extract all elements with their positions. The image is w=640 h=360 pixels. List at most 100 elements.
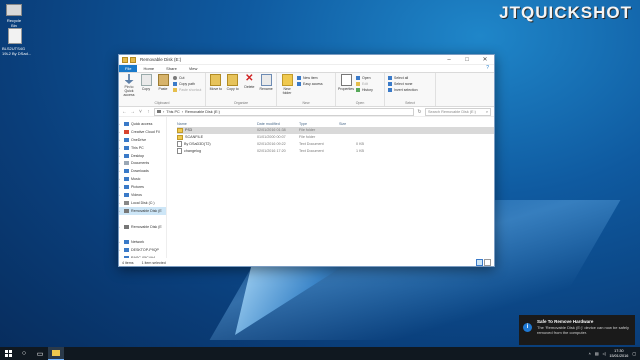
help-icon[interactable]: ? — [481, 65, 494, 72]
expand-chevron-icon[interactable]: › — [119, 225, 122, 229]
expand-chevron-icon[interactable]: › — [119, 130, 122, 134]
nav-item[interactable]: › Network — [119, 238, 166, 246]
invert-selection-button[interactable]: Invert selection — [388, 87, 418, 92]
navigation-pane[interactable]: › Quick access › Creative Cloud Fil › OneDriv… — [119, 117, 167, 258]
tab-file[interactable]: File — [119, 65, 138, 72]
address-bar[interactable]: › This PC › Removable Disk (E:) — [154, 107, 414, 116]
refresh-icon[interactable]: ↻ — [417, 109, 422, 115]
disk-icon — [124, 200, 129, 205]
explorer-window[interactable]: Removable Disk (E:) – □ ✕ File Home Shar… — [118, 54, 495, 267]
properties-qat-icon[interactable] — [122, 56, 128, 63]
expand-chevron-icon[interactable]: › — [119, 177, 122, 181]
task-view-icon[interactable]: ▭ — [32, 347, 48, 360]
nav-item[interactable]: › Quick access — [119, 120, 166, 128]
tab-view[interactable]: View — [183, 65, 204, 72]
nav-item[interactable]: › Documents — [119, 159, 166, 167]
tab-home[interactable]: Home — [137, 65, 160, 72]
expand-chevron-icon[interactable]: › — [119, 201, 122, 205]
nav-item[interactable]: › DESKTOP-P9QP — [119, 246, 166, 254]
nav-item[interactable]: › Downloads — [119, 167, 166, 175]
new-folder-button[interactable]: New folder — [280, 74, 294, 101]
file-explorer-taskbar-icon[interactable] — [48, 347, 64, 360]
easy-access-button[interactable]: Easy access — [297, 81, 323, 86]
file-row[interactable]: PS3 02/01/2016 01:38 File folder — [177, 127, 494, 134]
copy-button[interactable]: Copy — [139, 74, 153, 101]
open-button[interactable]: Open — [356, 75, 373, 80]
minimize-icon[interactable]: – — [440, 57, 458, 63]
maximize-icon[interactable]: □ — [458, 57, 476, 63]
new-item-button[interactable]: New item — [297, 75, 323, 80]
column-type[interactable]: Type — [299, 122, 339, 126]
notification-toast[interactable]: i Safe To Remove Hardware The 'Removable… — [519, 315, 635, 345]
tray-chevron-icon[interactable]: ˄ — [589, 352, 591, 356]
nav-item-label: Music — [131, 177, 141, 182]
copy-to-button[interactable]: Copy to — [226, 74, 240, 101]
details-view-icon[interactable] — [476, 259, 483, 266]
clock[interactable]: 17:30 15/01/2016 — [609, 349, 628, 358]
select-none-button[interactable]: Select none — [388, 81, 418, 86]
history-button[interactable]: History — [356, 87, 373, 92]
nav-item[interactable]: › Videos — [119, 191, 166, 199]
start-button[interactable] — [0, 347, 16, 360]
column-name[interactable]: Name — [177, 122, 257, 126]
title-bar[interactable]: Removable Disk (E:) – □ ✕ — [119, 55, 494, 65]
edit-button[interactable]: Edit — [356, 81, 373, 86]
back-icon[interactable]: ← — [122, 109, 127, 115]
expand-chevron-icon[interactable]: › — [119, 169, 122, 173]
nav-item[interactable]: › Pictures — [119, 183, 166, 191]
file-row[interactable]: By DSaD3D(T2) 02/01/2016 09:22 Text Docume… — [177, 140, 494, 148]
volume-icon[interactable]: ◁ — [602, 351, 605, 356]
action-center-icon[interactable]: ▢ — [632, 351, 636, 356]
nav-item[interactable]: › Creative Cloud Fil — [119, 128, 166, 136]
breadcrumb-this-pc[interactable]: This PC — [166, 110, 180, 114]
cut-button[interactable]: Cut — [173, 75, 201, 80]
close-icon[interactable]: ✕ — [476, 56, 494, 63]
expand-chevron-icon[interactable]: › — [119, 154, 122, 158]
nav-item[interactable]: › This PC — [119, 144, 166, 152]
nav-item[interactable]: › Desktop — [119, 152, 166, 160]
nav-item[interactable]: › RASC-05C4A4 — [119, 254, 166, 258]
search-taskbar-icon[interactable]: ○ — [16, 347, 32, 360]
expand-chevron-icon[interactable]: › — [119, 240, 122, 244]
copy-path-button[interactable]: Copy path — [173, 81, 201, 86]
expand-chevron-icon[interactable]: › — [119, 248, 122, 252]
search-input[interactable]: Search Removable Disk (E:) ⌕ — [425, 107, 491, 116]
quick-access-toolbar[interactable] — [122, 56, 136, 63]
expand-chevron-icon[interactable]: › — [119, 161, 122, 165]
expand-chevron-icon[interactable]: › — [119, 256, 122, 258]
recycle-bin-desktop-icon[interactable]: Recycle Bin — [4, 4, 24, 28]
paste-shortcut-button[interactable]: Paste shortcut — [173, 87, 201, 92]
desktop-file[interactable]: BLS2UTS4G 19L2 By DSad... — [2, 28, 34, 56]
file-list[interactable]: Name Date modified Type Size PS3 02/01/20… — [167, 117, 494, 258]
nav-item[interactable]: › Local Disk (C:) — [119, 199, 166, 207]
pin-quick-access-button[interactable]: Pin to Quick access — [122, 74, 136, 101]
column-size[interactable]: Size — [339, 122, 364, 126]
nav-item[interactable]: › OneDrive — [119, 136, 166, 144]
tab-share[interactable]: Share — [160, 65, 183, 72]
network-tray-icon[interactable]: ▤ — [595, 351, 599, 356]
expand-chevron-icon[interactable]: › — [119, 138, 122, 142]
expand-chevron-icon[interactable]: › — [119, 193, 122, 197]
expand-chevron-icon[interactable]: › — [119, 146, 122, 150]
rename-button[interactable]: Rename — [259, 74, 273, 101]
select-all-button[interactable]: Select all — [388, 75, 418, 80]
column-date-modified[interactable]: Date modified — [257, 122, 299, 126]
breadcrumb-removable-disk[interactable]: Removable Disk (E:) — [185, 110, 220, 114]
new-folder-qat-icon[interactable] — [130, 56, 136, 63]
delete-button[interactable]: ✕ Delete — [243, 74, 257, 101]
up-icon[interactable]: ↑ — [146, 109, 151, 115]
properties-button[interactable]: Properties — [338, 74, 354, 101]
move-to-button[interactable]: Move to — [209, 74, 223, 101]
expand-chevron-icon[interactable]: › — [119, 185, 122, 189]
expand-chevron-icon[interactable]: › — [119, 209, 122, 213]
paste-button[interactable]: Paste — [156, 74, 170, 101]
nav-item[interactable]: › Removable Disk (E — [119, 206, 166, 215]
large-icons-view-icon[interactable] — [484, 259, 491, 266]
nav-item[interactable]: › Music — [119, 175, 166, 183]
nav-item[interactable]: › Removable Disk (E — [119, 223, 166, 231]
expand-chevron-icon[interactable]: › — [119, 122, 122, 126]
file-row[interactable]: SCANFILE 01/01/2000 00:07 File folder — [177, 134, 494, 141]
recent-locations-icon[interactable]: ˅ — [138, 109, 143, 115]
file-row[interactable]: changelog 02/01/2016 17:20 Text Document 1 … — [177, 147, 494, 154]
forward-icon[interactable]: → — [130, 109, 135, 115]
